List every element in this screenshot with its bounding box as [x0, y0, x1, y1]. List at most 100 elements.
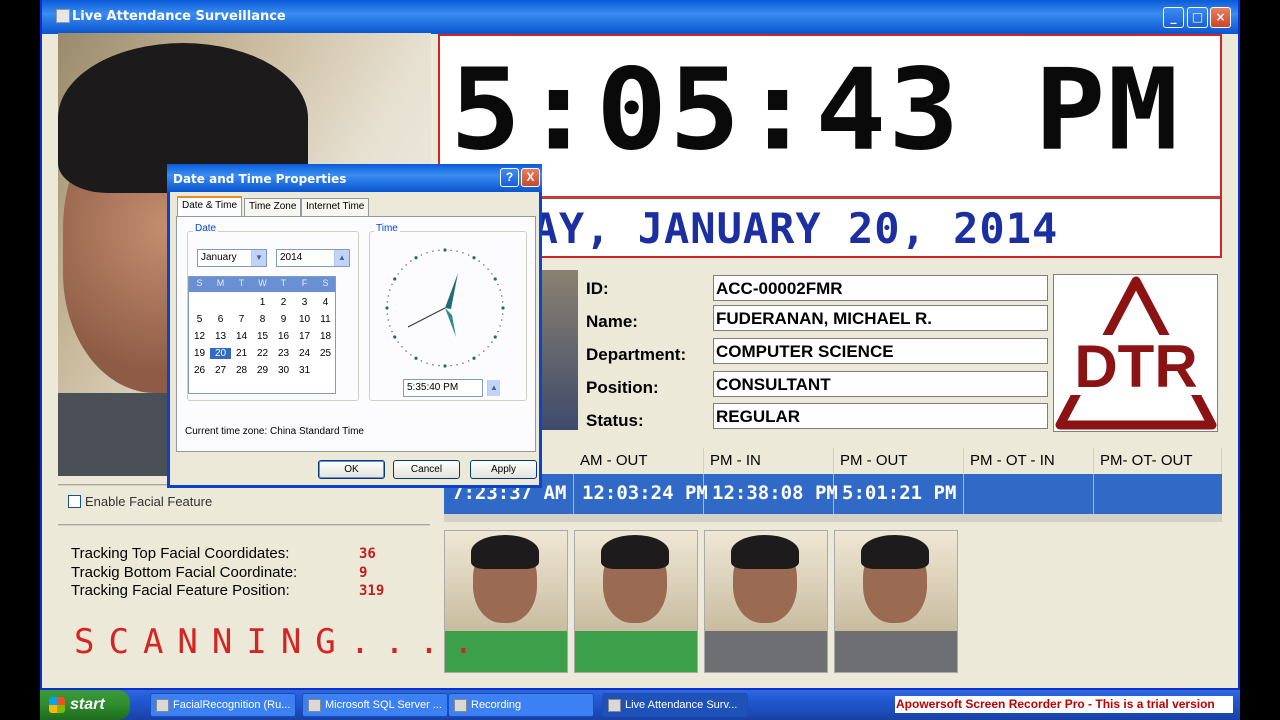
- maximize-button[interactable]: □: [1187, 7, 1208, 28]
- grid-cell-am-out[interactable]: 12:03:24 PM: [574, 474, 708, 514]
- name-field[interactable]: FUDERANAN, MICHAEL R.: [713, 305, 1048, 331]
- grid-cell-pm-ot-in[interactable]: [964, 474, 1094, 514]
- calendar-day[interactable]: 15: [252, 331, 273, 342]
- clock-tick: [478, 354, 480, 356]
- time-group-title: Time: [374, 223, 400, 234]
- calendar-day[interactable]: 24: [294, 348, 315, 359]
- taskbar-item-live-attendance[interactable]: Live Attendance Surv...: [602, 693, 748, 717]
- clock-tick: [499, 289, 501, 291]
- taskbar: start FacialRecognition (Ru... Microsoft…: [40, 690, 1240, 720]
- tab-time-zone[interactable]: Time Zone: [244, 198, 302, 216]
- time-spin-icon[interactable]: ▲: [487, 380, 500, 396]
- taskbar-item-recording[interactable]: Recording: [448, 693, 594, 717]
- calendar-day[interactable]: 13: [210, 331, 231, 342]
- department-field[interactable]: COMPUTER SCIENCE: [713, 338, 1048, 364]
- month-select[interactable]: January ▼: [197, 249, 267, 267]
- calendar-day[interactable]: 4: [315, 297, 336, 308]
- calendar-day[interactable]: 2: [273, 297, 294, 308]
- chevron-down-icon[interactable]: ▼: [251, 250, 266, 266]
- calendar-day[interactable]: 29: [252, 365, 273, 376]
- grid-header-am-out[interactable]: AM - OUT: [574, 448, 704, 474]
- calendar[interactable]: SMTWTFS 1 2 3 4 5 6 7 8 9 10 11 12 13 14 15 16 17 18 19 20 2…: [188, 276, 336, 394]
- main-window: Live Attendance Surveillance _ □ × 5:05:…: [40, 0, 1240, 690]
- grid-cell-pm-out[interactable]: 5:01:21 PM: [834, 474, 964, 514]
- grid-header-pm-ot-out[interactable]: PM- OT- OUT: [1094, 448, 1222, 474]
- clock-tick: [483, 350, 485, 352]
- app-icon: [56, 9, 70, 23]
- clock-tick: [438, 364, 440, 367]
- snapshot-3: [704, 530, 828, 673]
- close-button[interactable]: ×: [1210, 7, 1231, 28]
- ok-button[interactable]: OK: [318, 460, 385, 479]
- calendar-day[interactable]: 10: [294, 314, 315, 325]
- calendar-day[interactable]: 8: [252, 314, 273, 325]
- grid-scrollbar[interactable]: [444, 514, 1222, 522]
- grid-header-pm-out[interactable]: PM - OUT: [834, 448, 964, 474]
- clock-tick: [467, 254, 470, 256]
- calendar-day[interactable]: 14: [231, 331, 252, 342]
- taskbar-item-sql-server[interactable]: Microsoft SQL Server ...: [302, 693, 448, 717]
- calendar-day[interactable]: 21: [231, 348, 252, 359]
- calendar-day[interactable]: 20: [210, 348, 231, 359]
- name-label: Name:: [586, 312, 638, 331]
- calendar-day[interactable]: 11: [315, 314, 336, 325]
- calendar-day[interactable]: 23: [273, 348, 294, 359]
- tab-date-time[interactable]: Date & Time: [177, 196, 243, 217]
- grid-cell-pm-ot-out[interactable]: [1094, 474, 1222, 514]
- recorder-watermark: Apowersoft Screen Recorder Pro - This is…: [895, 696, 1233, 713]
- calendar-day[interactable]: 18: [315, 331, 336, 342]
- cancel-button[interactable]: Cancel: [393, 460, 460, 479]
- dialog-help-button[interactable]: ?: [500, 168, 519, 187]
- year-stepper[interactable]: 2014 ▲: [276, 249, 350, 267]
- calendar-day[interactable]: 5: [189, 314, 210, 325]
- enable-facial-checkbox[interactable]: Enable Facial Feature: [68, 494, 212, 509]
- calendar-day[interactable]: 31: [294, 365, 315, 376]
- clock-tick: [493, 277, 497, 281]
- clock-tick: [493, 335, 497, 339]
- clock-tick: [443, 364, 447, 368]
- grid-cell-pm-in[interactable]: 12:38:08 PM: [704, 474, 838, 514]
- calendar-day[interactable]: 28: [231, 365, 252, 376]
- calendar-day[interactable]: 7: [231, 314, 252, 325]
- start-button[interactable]: start: [40, 690, 130, 720]
- clock-tick: [472, 356, 476, 360]
- weekday-label: S: [322, 278, 329, 288]
- calendar-day[interactable]: 30: [273, 365, 294, 376]
- title-bar[interactable]: Live Attendance Surveillance _ □ ×: [42, 0, 1238, 34]
- calendar-day[interactable]: 3: [294, 297, 315, 308]
- calendar-day[interactable]: 22: [252, 348, 273, 359]
- dialog-title-bar[interactable]: Date and Time Properties: [167, 164, 542, 192]
- clock-tick: [487, 268, 489, 270]
- snapshot-4: [834, 530, 958, 673]
- calendar-day[interactable]: 25: [315, 348, 336, 359]
- clock-tick: [462, 362, 464, 364]
- id-field[interactable]: ACC-00002FMR: [713, 275, 1048, 301]
- status-field[interactable]: REGULAR: [713, 403, 1048, 429]
- calendar-day[interactable]: 16: [273, 331, 294, 342]
- calendar-day[interactable]: 26: [189, 365, 210, 376]
- calendar-day[interactable]: 19: [189, 348, 210, 359]
- position-field[interactable]: CONSULTANT: [713, 371, 1048, 397]
- dialog-close-button[interactable]: X: [521, 168, 540, 187]
- weekday-label: T: [280, 278, 287, 288]
- spin-arrows-icon[interactable]: ▲: [334, 250, 349, 266]
- minimize-button[interactable]: _: [1163, 7, 1184, 28]
- calendar-day[interactable]: 9: [273, 314, 294, 325]
- time-field[interactable]: 5:35:40 PM: [403, 379, 483, 397]
- grid-header-pm-in[interactable]: PM - IN: [704, 448, 834, 474]
- apply-button[interactable]: Apply: [470, 460, 537, 479]
- calendar-day[interactable]: 17: [294, 331, 315, 342]
- task-label: Live Attendance Surv...: [625, 699, 738, 711]
- checkbox-icon[interactable]: [68, 495, 81, 508]
- grid-header-pm-ot-in[interactable]: PM - OT - IN: [964, 448, 1094, 474]
- calendar-day[interactable]: 12: [189, 331, 210, 342]
- calendar-day[interactable]: 27: [210, 365, 231, 376]
- calendar-day[interactable]: 6: [210, 314, 231, 325]
- weekday-label: F: [301, 278, 308, 288]
- timezone-text: Current time zone: China Standard Time: [185, 426, 364, 437]
- calendar-day[interactable]: 1: [252, 297, 273, 308]
- taskbar-item-facialrecognition[interactable]: FacialRecognition (Ru...: [150, 693, 296, 717]
- clock-tick: [410, 260, 412, 262]
- tab-internet-time[interactable]: Internet Time: [301, 198, 370, 216]
- clock-tick: [391, 330, 393, 333]
